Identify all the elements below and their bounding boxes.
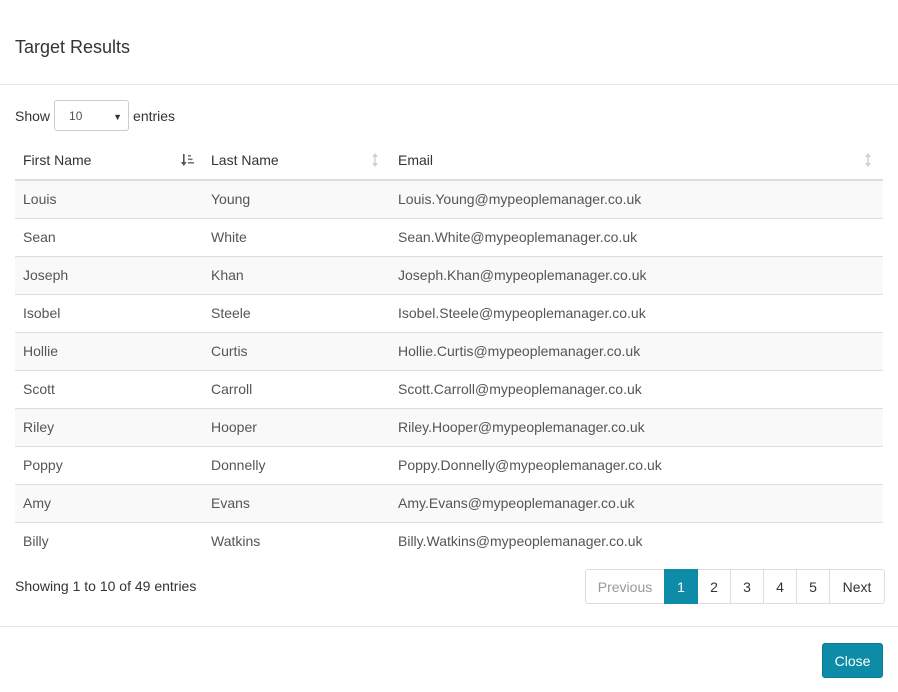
cell-email: Hollie.Curtis@mypeoplemanager.co.uk <box>390 331 883 370</box>
table-header-row: First Name Last Name Email <box>15 141 883 181</box>
table-row: Billy Watkins Billy.Watkins@mypeoplemana… <box>15 521 883 560</box>
previous-page-button[interactable]: Previous <box>585 569 665 604</box>
table-row: Isobel Steele Isobel.Steele@mypeoplemana… <box>15 293 883 332</box>
cell-first-name: Riley <box>15 407 203 446</box>
cell-last-name: Curtis <box>203 331 390 370</box>
column-header-label: Last Name <box>211 152 279 168</box>
cell-last-name: Khan <box>203 255 390 294</box>
column-header-last-name[interactable]: Last Name <box>203 141 390 181</box>
cell-last-name: Evans <box>203 483 390 522</box>
page-button-1[interactable]: 1 <box>664 569 698 604</box>
modal-title: Target Results <box>15 37 131 57</box>
entries-per-page-value: 10 <box>69 108 83 123</box>
column-header-email[interactable]: Email <box>390 141 883 181</box>
table-row: Scott Carroll Scott.Carroll@mypeoplemana… <box>15 369 883 408</box>
cell-email: Scott.Carroll@mypeoplemanager.co.uk <box>390 369 883 408</box>
sort-both-icon <box>865 153 871 167</box>
entries-label: entries <box>133 107 176 124</box>
entries-length-control: Show 10 ▼ entries <box>15 100 175 131</box>
cell-first-name: Louis <box>15 180 203 218</box>
cell-email: Sean.White@mypeoplemanager.co.uk <box>390 217 883 256</box>
cell-last-name: Carroll <box>203 369 390 408</box>
table-row: Joseph Khan Joseph.Khan@mypeoplemanager.… <box>15 255 883 294</box>
cell-last-name: Watkins <box>203 521 390 560</box>
column-header-label: First Name <box>23 152 92 168</box>
page-button-4[interactable]: 4 <box>763 569 797 604</box>
modal-footer: Close <box>0 626 898 692</box>
cell-first-name: Amy <box>15 483 203 522</box>
cell-last-name: Donnelly <box>203 445 390 484</box>
show-label: Show <box>15 107 51 124</box>
page-button-5[interactable]: 5 <box>796 569 830 604</box>
cell-email: Poppy.Donnelly@mypeoplemanager.co.uk <box>390 445 883 484</box>
cell-last-name: Hooper <box>203 407 390 446</box>
entries-per-page-select[interactable]: 10 ▼ <box>54 100 130 131</box>
sort-both-icon <box>372 153 378 167</box>
target-results-modal: Target Results Show 10 ▼ entries First N… <box>0 0 898 692</box>
page-button-2[interactable]: 2 <box>697 569 731 604</box>
cell-email: Isobel.Steele@mypeoplemanager.co.uk <box>390 293 883 332</box>
cell-email: Amy.Evans@mypeoplemanager.co.uk <box>390 483 883 522</box>
cell-first-name: Joseph <box>15 255 203 294</box>
table-row: Louis Young Louis.Young@mypeoplemanager.… <box>15 180 883 218</box>
cell-email: Billy.Watkins@mypeoplemanager.co.uk <box>390 521 883 560</box>
cell-email: Riley.Hooper@mypeoplemanager.co.uk <box>390 407 883 446</box>
table-row: Hollie Curtis Hollie.Curtis@mypeoplemana… <box>15 331 883 370</box>
results-table: First Name Last Name Email Louis Young L… <box>15 141 883 560</box>
cell-first-name: Hollie <box>15 331 203 370</box>
close-button[interactable]: Close <box>822 643 883 678</box>
cell-email: Joseph.Khan@mypeoplemanager.co.uk <box>390 255 883 294</box>
table-row: Amy Evans Amy.Evans@mypeoplemanager.co.u… <box>15 483 883 522</box>
column-header-first-name[interactable]: First Name <box>15 141 203 181</box>
cell-first-name: Sean <box>15 217 203 256</box>
table-row: Poppy Donnelly Poppy.Donnelly@mypeoplema… <box>15 445 883 484</box>
cell-first-name: Isobel <box>15 293 203 332</box>
cell-first-name: Scott <box>15 369 203 408</box>
table-row: Riley Hooper Riley.Hooper@mypeoplemanage… <box>15 407 883 446</box>
cell-last-name: White <box>203 217 390 256</box>
cell-last-name: Steele <box>203 293 390 332</box>
pagination: Previous 1 2 3 4 5 Next <box>585 569 885 604</box>
caret-down-icon: ▼ <box>113 112 123 122</box>
cell-email: Louis.Young@mypeoplemanager.co.uk <box>390 180 883 218</box>
table-row: Sean White Sean.White@mypeoplemanager.co… <box>15 217 883 256</box>
table-info: Showing 1 to 10 of 49 entries <box>15 578 197 594</box>
sort-ascending-icon <box>181 154 194 166</box>
cell-last-name: Young <box>203 180 390 218</box>
cell-first-name: Billy <box>15 521 203 560</box>
page-button-3[interactable]: 3 <box>730 569 764 604</box>
cell-first-name: Poppy <box>15 445 203 484</box>
column-header-label: Email <box>398 152 434 168</box>
modal-header: Target Results <box>0 0 898 85</box>
next-page-button[interactable]: Next <box>829 569 885 604</box>
